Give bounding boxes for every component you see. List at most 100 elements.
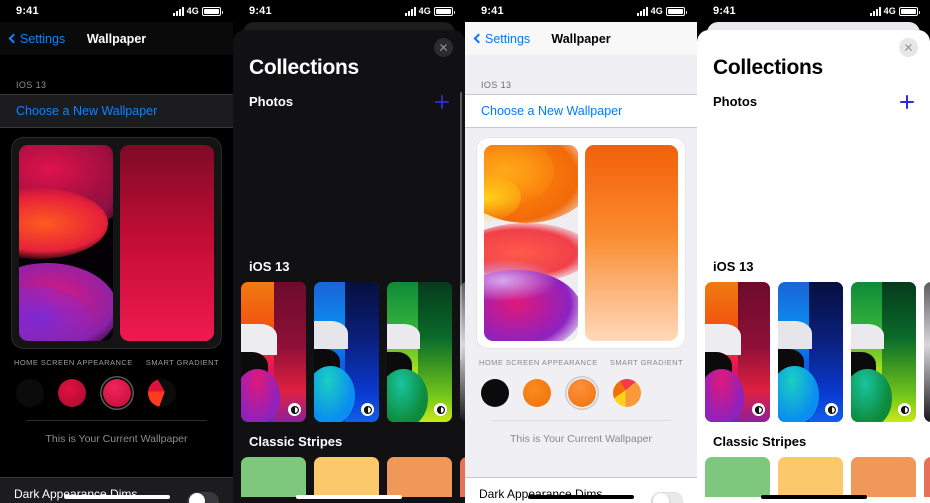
appearance-labels: HOME SCREEN APPEARANCE SMART GRADIENT [479, 358, 683, 367]
nav-bar: Settings Wallpaper [0, 22, 233, 55]
status-indicators: 4G [869, 6, 920, 16]
stripe-thumb-green[interactable] [241, 457, 306, 497]
swatch-orange-selected[interactable] [568, 379, 596, 407]
choose-new-wallpaper-row[interactable]: Choose a New Wallpaper [0, 94, 233, 128]
swatch-orange-dim[interactable] [523, 379, 551, 407]
ios13-green-artwork [851, 282, 916, 422]
dark-appearance-dims-toggle[interactable] [651, 491, 683, 503]
swatch-orange-selected-ring[interactable] [565, 376, 599, 410]
network-label: 4G [418, 6, 431, 16]
battery-icon [434, 6, 455, 16]
home-screen-appearance-label: HOME SCREEN APPEARANCE [479, 358, 598, 367]
ios13-green-artwork [387, 282, 452, 422]
swatch-gradient-split[interactable] [148, 379, 176, 407]
photos-empty-area [233, 109, 465, 259]
swatch-black[interactable] [16, 379, 44, 407]
battery-icon [666, 6, 687, 16]
swatch-gradient-split[interactable] [613, 379, 641, 407]
wallpaper-thumb-gray[interactable] [924, 282, 930, 422]
scroll-indicator[interactable] [459, 92, 462, 360]
signal-bars-icon [172, 6, 184, 16]
preview-home-screen[interactable] [19, 145, 113, 341]
choose-new-wallpaper-row[interactable]: Choose a New Wallpaper [465, 94, 697, 128]
thumbnail-row-stripes [233, 457, 465, 497]
preview-home-screen[interactable] [484, 145, 578, 341]
wallpaper-preview-wrap [0, 128, 233, 348]
ios13-red-artwork [705, 282, 770, 422]
screenshot-stage: 9:41 4G Settings Wallpaper iOS 13 Choose… [0, 0, 930, 503]
stripe-thumb-yellow[interactable] [778, 457, 843, 497]
appearance-labels: HOME SCREEN APPEARANCE SMART GRADIENT [14, 358, 219, 367]
swatch-red-selected-ring[interactable] [100, 376, 134, 410]
dark-mode-contrast-icon [361, 403, 374, 416]
status-bar: 9:41 4G [0, 0, 233, 22]
panel-collections-dark: 9:41 4G Collections Photos iOS 13 Classi… [233, 0, 465, 503]
status-time: 9:41 [249, 5, 272, 17]
chevron-left-icon [8, 33, 19, 44]
home-indicator[interactable] [296, 495, 402, 499]
ios13-light-artwork [484, 145, 578, 341]
current-wallpaper-label: This is Your Current Wallpaper [491, 420, 671, 455]
swatch-black[interactable] [481, 379, 509, 407]
wallpaper-thumb-green[interactable] [851, 282, 916, 422]
smart-gradient-label: SMART GRADIENT [609, 358, 683, 367]
swatch-red-selected[interactable] [103, 379, 131, 407]
preview-lock-screen[interactable] [120, 145, 214, 341]
group-name-photos: Photos [249, 94, 294, 109]
swatch-red-dim[interactable] [58, 379, 86, 407]
stripe-thumb-orange[interactable] [387, 457, 452, 497]
stripe-thumb-red[interactable] [924, 457, 930, 497]
dark-mode-contrast-icon [288, 403, 301, 416]
dark-mode-contrast-icon [752, 403, 765, 416]
wallpaper-thumb-blue[interactable] [314, 282, 379, 422]
back-button[interactable]: Settings [473, 31, 531, 46]
stripe-thumb-yellow[interactable] [314, 457, 379, 497]
thumbnail-row-ios13 [233, 282, 465, 422]
wallpaper-preview-card[interactable] [12, 138, 221, 348]
plus-icon[interactable] [435, 94, 449, 109]
status-indicators: 4G [172, 6, 223, 16]
photos-empty-area [697, 109, 930, 259]
section-header: iOS 13 [0, 76, 233, 94]
close-icon [904, 43, 913, 52]
stripe-thumb-green[interactable] [705, 457, 770, 497]
collections-sheet: Collections Photos iOS 13 Classic Stripe… [697, 30, 930, 503]
dark-mode-contrast-icon [434, 403, 447, 416]
close-button[interactable] [434, 38, 453, 57]
stripe-thumb-orange[interactable] [851, 457, 916, 497]
network-label: 4G [186, 6, 199, 16]
group-header-photos: Photos [697, 80, 930, 109]
dark-appearance-dims-toggle[interactable] [187, 491, 219, 503]
group-name-ios13: iOS 13 [249, 259, 290, 274]
home-indicator[interactable] [528, 495, 634, 499]
status-time: 9:41 [481, 5, 504, 17]
back-label: Settings [485, 31, 531, 46]
signal-bars-icon [404, 6, 416, 16]
wallpaper-thumb-blue[interactable] [778, 282, 843, 422]
toggle-knob [652, 493, 669, 503]
wallpaper-preview-card[interactable] [477, 138, 685, 348]
wallpaper-thumb-green[interactable] [387, 282, 452, 422]
close-button[interactable] [899, 38, 918, 57]
status-bar: 9:41 4G [233, 0, 465, 22]
back-button[interactable]: Settings [8, 31, 66, 46]
appearance-swatches [479, 376, 683, 410]
panel-collections-light: 9:41 4G Collections Photos iOS 13 Classi… [697, 0, 930, 503]
smart-gradient-label: SMART GRADIENT [145, 358, 219, 367]
group-name-photos: Photos [713, 94, 758, 109]
plus-icon[interactable] [900, 94, 914, 109]
home-indicator[interactable] [63, 495, 170, 499]
status-time: 9:41 [16, 5, 39, 17]
battery-icon [899, 6, 920, 16]
back-label: Settings [20, 31, 66, 46]
ios13-blue-artwork [314, 282, 379, 422]
panel-wallpaper-settings-light: 9:41 4G Settings Wallpaper iOS 13 Choose… [465, 0, 697, 503]
thumbnail-row-stripes [697, 457, 930, 497]
collections-sheet: Collections Photos iOS 13 Classic Stripe… [233, 30, 465, 503]
wallpaper-thumb-red[interactable] [241, 282, 306, 422]
preview-lock-screen[interactable] [584, 145, 678, 341]
wallpaper-thumb-red[interactable] [705, 282, 770, 422]
home-indicator[interactable] [760, 495, 867, 499]
dark-appearance-dims-row[interactable]: Dark Appearance Dims Wallpaper [465, 477, 697, 503]
dark-appearance-dims-row[interactable]: Dark Appearance Dims Wallpaper [0, 477, 233, 503]
